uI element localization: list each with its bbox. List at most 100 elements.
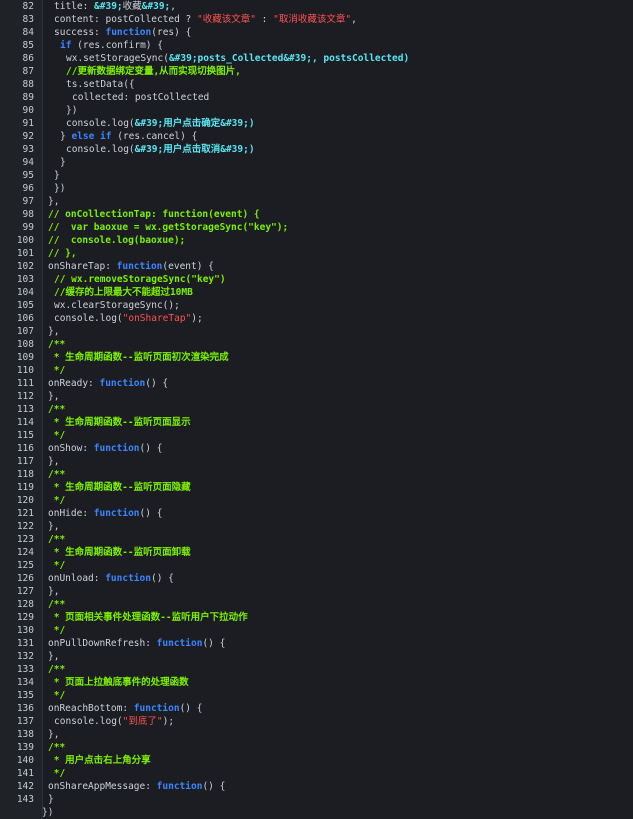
code-line[interactable]: 142 onShareAppMessage: function() { [0, 780, 633, 793]
code-area[interactable]: 82 title: &#39;收藏&#39;, 83 content: postCol… [0, 0, 633, 819]
code-token: // }, [48, 248, 77, 259]
code-line[interactable]: 139 /** [0, 741, 633, 754]
code-line[interactable]: 137 console.log("到底了"); [0, 715, 633, 728]
code-line[interactable]: 134 * 页面上拉触底事件的处理函数 [0, 676, 633, 689]
code-line[interactable]: 113 /** [0, 403, 633, 416]
code-line[interactable]: 92} else if (res.cancel) { [0, 130, 633, 143]
code-line[interactable]: 90}) [0, 104, 633, 117]
code-line[interactable]: 116 onShow: function() { [0, 442, 633, 455]
code-token: * 生命周期函数--监听页面隐藏 [48, 482, 191, 493]
code-line[interactable]: 98 // onCollectionTap: function(event) { [0, 208, 633, 221]
code-line[interactable]: 122}, [0, 520, 633, 533]
code-line[interactable]: }) [0, 806, 633, 819]
code-text: onReachBottom: function() { [48, 702, 202, 715]
code-line[interactable]: 118 /** [0, 468, 633, 481]
line-number: 110 [16, 365, 34, 376]
line-number: 143 [16, 794, 34, 805]
code-line[interactable]: 111 onReady: function() { [0, 377, 633, 390]
code-line[interactable]: 91 console.log(&#39;用户点击确定&#39;) [0, 117, 633, 130]
code-line[interactable]: 85 if (res.confirm) { [0, 39, 633, 52]
code-line[interactable]: 97}, [0, 195, 633, 208]
code-line[interactable]: 136 onReachBottom: function() { [0, 702, 633, 715]
code-token: onPullDownRefresh: [48, 638, 157, 649]
code-line[interactable]: 143} [0, 793, 633, 806]
code-token: } [60, 131, 72, 142]
code-line[interactable]: 84 success: function(res) { [0, 26, 633, 39]
code-line[interactable]: 102 onShareTap: function(event) { [0, 260, 633, 273]
code-line[interactable]: 100 // console.log(baoxue); [0, 234, 633, 247]
code-line[interactable]: 110 */ [0, 364, 633, 377]
code-line[interactable]: 108 /** [0, 338, 633, 351]
code-text: /** [48, 598, 65, 611]
line-number: 114 [16, 417, 34, 428]
code-text: title: &#39;收藏&#39;, [54, 0, 176, 13]
code-token: () { [179, 703, 203, 714]
code-line[interactable]: 114 * 生命周期函数--监听页面显示 [0, 416, 633, 429]
code-line[interactable]: 107}, [0, 325, 633, 338]
code-line[interactable]: 82 title: &#39;收藏&#39;, [0, 0, 633, 13]
code-token: console.log( [54, 313, 123, 324]
code-line[interactable]: 87 //更新数据绑定变量,从而实现切换图片, [0, 65, 633, 78]
line-number: 105 [16, 300, 34, 311]
code-text: console.log(&#39;用户点击确定&#39;) [66, 117, 255, 130]
code-line[interactable]: 88 ts.setData({ [0, 78, 633, 91]
code-token: "收藏该文章" [197, 14, 256, 25]
code-line[interactable]: 96}) [0, 182, 633, 195]
code-line[interactable]: 94} [0, 156, 633, 169]
code-line[interactable]: 126 onUnload: function() { [0, 572, 633, 585]
code-line[interactable]: 115 */ [0, 429, 633, 442]
code-token: /** [48, 664, 66, 675]
code-line[interactable]: 140 * 用户点击右上角分享 [0, 754, 633, 767]
code-line[interactable]: 132}, [0, 650, 633, 663]
code-token: else if [71, 131, 112, 142]
line-number: 112 [16, 391, 34, 402]
code-editor[interactable]: 82 title: &#39;收藏&#39;, 83 content: postCol… [0, 0, 633, 819]
code-line[interactable]: 83 content: postCollected ? "收藏该文章" : "取消… [0, 13, 633, 26]
code-line[interactable]: 125 */ [0, 559, 633, 572]
code-token: /** [48, 534, 66, 545]
code-line[interactable]: 131 onPullDownRefresh: function() { [0, 637, 633, 650]
code-line[interactable]: 129 * 页面相关事件处理函数--监听用户下拉动作 [0, 611, 633, 624]
code-line[interactable]: 124 * 生命周期函数--监听页面卸载 [0, 546, 633, 559]
code-line[interactable]: 101 // }, [0, 247, 633, 260]
code-line[interactable]: 119 * 生命周期函数--监听页面隐藏 [0, 481, 633, 494]
line-number: 106 [16, 313, 34, 324]
code-line[interactable]: 99 // var baoxue = wx.getStorageSync("key… [0, 221, 633, 234]
vertical-scrollbar[interactable] [625, 0, 633, 819]
code-line[interactable]: 127}, [0, 585, 633, 598]
code-token: &#39;posts_Collected&#39;, postsCollecte… [168, 53, 410, 64]
code-line[interactable]: 120 */ [0, 494, 633, 507]
code-line[interactable]: 123 /** [0, 533, 633, 546]
code-token: () { [202, 781, 226, 792]
code-token: }, [48, 729, 60, 740]
code-token: * 生命周期函数--监听页面初次渲染完成 [48, 352, 229, 363]
code-line[interactable]: 112}, [0, 390, 633, 403]
code-line[interactable]: 93 console.log(&#39;用户点击取消&#39;) [0, 143, 633, 156]
code-line[interactable]: 135 */ [0, 689, 633, 702]
code-text: /** [48, 403, 65, 416]
code-token: * 页面上拉触底事件的处理函数 [48, 677, 189, 688]
code-token: }) [66, 105, 78, 116]
code-line[interactable]: 128 /** [0, 598, 633, 611]
code-line[interactable]: 109 * 生命周期函数--监听页面初次渲染完成 [0, 351, 633, 364]
code-line[interactable]: 86 wx.setStorageSync(&#39;posts_Collected… [0, 52, 633, 65]
code-token: /** [48, 404, 66, 415]
line-number: 128 [16, 599, 34, 610]
code-text: collected: postCollected [72, 91, 209, 104]
code-line[interactable]: 103 // wx.removeStorageSync("key") [0, 273, 633, 286]
code-text: } [60, 156, 66, 169]
code-line[interactable]: 138}, [0, 728, 633, 741]
code-line[interactable]: 141 */ [0, 767, 633, 780]
code-line[interactable]: 130 */ [0, 624, 633, 637]
code-line[interactable]: 133 /** [0, 663, 633, 676]
code-line[interactable]: 117}, [0, 455, 633, 468]
code-token: // wx.removeStorageSync("key") [54, 274, 226, 285]
code-token: /** [48, 599, 66, 610]
code-line[interactable]: 106 console.log("onShareTap"); [0, 312, 633, 325]
code-line[interactable]: 121 onHide: function() { [0, 507, 633, 520]
line-number: 123 [16, 534, 34, 545]
code-line[interactable]: 89 collected: postCollected [0, 91, 633, 104]
code-line[interactable]: 95} [0, 169, 633, 182]
code-line[interactable]: 105 wx.clearStorageSync(); [0, 299, 633, 312]
code-line[interactable]: 104 //缓存的上限最大不能超过10MB [0, 286, 633, 299]
